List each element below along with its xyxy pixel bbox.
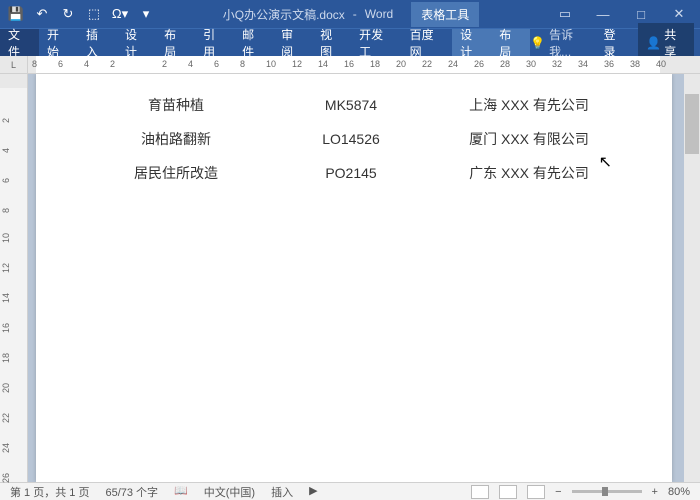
- view-web-button[interactable]: [527, 485, 545, 499]
- tab-mailings[interactable]: 邮件: [234, 29, 273, 56]
- statusbar: 第 1 页，共 1 页 65/73 个字 📖 中文(中国) 插入 ▶ − + 8…: [0, 482, 700, 500]
- document-page[interactable]: 育苗种植 MK5874 上海 XXX 有先公司 油柏路翻新 LO14526 厦门…: [36, 74, 672, 482]
- zoom-thumb[interactable]: [602, 487, 608, 496]
- view-read-button[interactable]: [471, 485, 489, 499]
- status-macro-icon[interactable]: ▶: [309, 484, 317, 500]
- title-center: 小Q办公演示文稿.docx - Word 表格工具: [154, 2, 548, 27]
- tab-baidu[interactable]: 百度网: [402, 29, 453, 56]
- minimize-icon[interactable]: —: [586, 4, 620, 24]
- window-controls: ▭ — □ ✕: [548, 4, 700, 24]
- tab-insert[interactable]: 插入: [78, 29, 117, 56]
- vertical-ruler[interactable]: 2468101214161820222426: [0, 74, 28, 482]
- cell-project[interactable]: 居民住所改造: [76, 163, 276, 183]
- view-print-button[interactable]: [499, 485, 517, 499]
- table-row[interactable]: 育苗种植 MK5874 上海 XXX 有先公司: [76, 88, 632, 122]
- zoom-slider[interactable]: [572, 490, 642, 493]
- cell-code[interactable]: LO14526: [276, 131, 426, 147]
- table-row[interactable]: 居民住所改造 PO2145 广东 XXX 有先公司: [76, 156, 632, 190]
- tab-home[interactable]: 开始: [39, 29, 78, 56]
- tab-layout[interactable]: 布局: [156, 29, 195, 56]
- redo-icon[interactable]: ↻: [60, 6, 76, 22]
- status-words[interactable]: 65/73 个字: [105, 484, 158, 500]
- share-icon: 👤: [646, 36, 661, 50]
- omega-icon[interactable]: Ω▾: [112, 6, 128, 22]
- document-title: 小Q办公演示文稿.docx: [223, 6, 345, 23]
- status-language[interactable]: 中文(中国): [204, 484, 255, 500]
- workspace: 2468101214161820222426 育苗种植 MK5874 上海 XX…: [0, 74, 700, 482]
- mode-icon[interactable]: ⬚: [86, 6, 102, 22]
- save-icon[interactable]: 💾: [8, 6, 24, 22]
- maximize-icon[interactable]: □: [624, 4, 658, 24]
- undo-icon[interactable]: ↶: [34, 6, 50, 22]
- ribbon-options-icon[interactable]: ▭: [548, 4, 582, 24]
- ruler-corner: L: [0, 56, 28, 73]
- ribbon-tabs: 文件 开始 插入 设计 布局 引用 邮件 审阅 视图 开发工 百度网 设计 布局…: [0, 28, 700, 56]
- titlebar: 💾 ↶ ↻ ⬚ Ω▾ ▾ 小Q办公演示文稿.docx - Word 表格工具 ▭…: [0, 0, 700, 28]
- tab-table-layout[interactable]: 布局: [491, 29, 530, 56]
- zoom-in-icon[interactable]: +: [652, 486, 658, 498]
- cursor-icon: ↖: [599, 152, 612, 172]
- quick-access-toolbar: 💾 ↶ ↻ ⬚ Ω▾ ▾: [0, 6, 154, 22]
- tab-view[interactable]: 视图: [312, 29, 351, 56]
- qat-more-icon[interactable]: ▾: [138, 6, 154, 22]
- cell-project[interactable]: 油柏路翻新: [76, 129, 276, 149]
- cell-code[interactable]: MK5874: [276, 97, 426, 113]
- data-table: 育苗种植 MK5874 上海 XXX 有先公司 油柏路翻新 LO14526 厦门…: [76, 88, 632, 190]
- zoom-out-icon[interactable]: −: [555, 486, 561, 498]
- tell-me-search[interactable]: 💡 告诉我...: [530, 26, 591, 60]
- table-tools-label: 表格工具: [411, 2, 479, 27]
- close-icon[interactable]: ✕: [662, 4, 696, 24]
- app-name: Word: [365, 7, 393, 21]
- status-proofing-icon[interactable]: 📖: [174, 484, 188, 500]
- cell-company[interactable]: 上海 XXX 有先公司: [426, 95, 632, 115]
- cell-project[interactable]: 育苗种植: [76, 95, 276, 115]
- horizontal-ruler[interactable]: L 86422468101214161820222426283032343638…: [0, 56, 700, 74]
- lightbulb-icon: 💡: [530, 36, 545, 50]
- tab-references[interactable]: 引用: [195, 29, 234, 56]
- tab-design[interactable]: 设计: [117, 29, 156, 56]
- ruler-scale-h: 8642246810121416182022242628303234363840: [28, 56, 700, 73]
- zoom-level[interactable]: 80%: [668, 486, 690, 498]
- vertical-scrollbar[interactable]: [684, 74, 700, 482]
- tab-review[interactable]: 审阅: [273, 29, 312, 56]
- tab-table-design[interactable]: 设计: [452, 29, 491, 56]
- status-page[interactable]: 第 1 页，共 1 页: [10, 484, 89, 500]
- cell-company[interactable]: 厦门 XXX 有限公司: [426, 129, 632, 149]
- cell-code[interactable]: PO2145: [276, 165, 426, 181]
- table-row[interactable]: 油柏路翻新 LO14526 厦门 XXX 有限公司: [76, 122, 632, 156]
- tab-file[interactable]: 文件: [0, 29, 39, 56]
- page-area: 育苗种植 MK5874 上海 XXX 有先公司 油柏路翻新 LO14526 厦门…: [28, 74, 700, 482]
- status-insert-mode[interactable]: 插入: [271, 484, 293, 500]
- scroll-thumb[interactable]: [685, 94, 699, 154]
- login-button[interactable]: 登录: [598, 26, 633, 60]
- tab-developer[interactable]: 开发工: [351, 29, 402, 56]
